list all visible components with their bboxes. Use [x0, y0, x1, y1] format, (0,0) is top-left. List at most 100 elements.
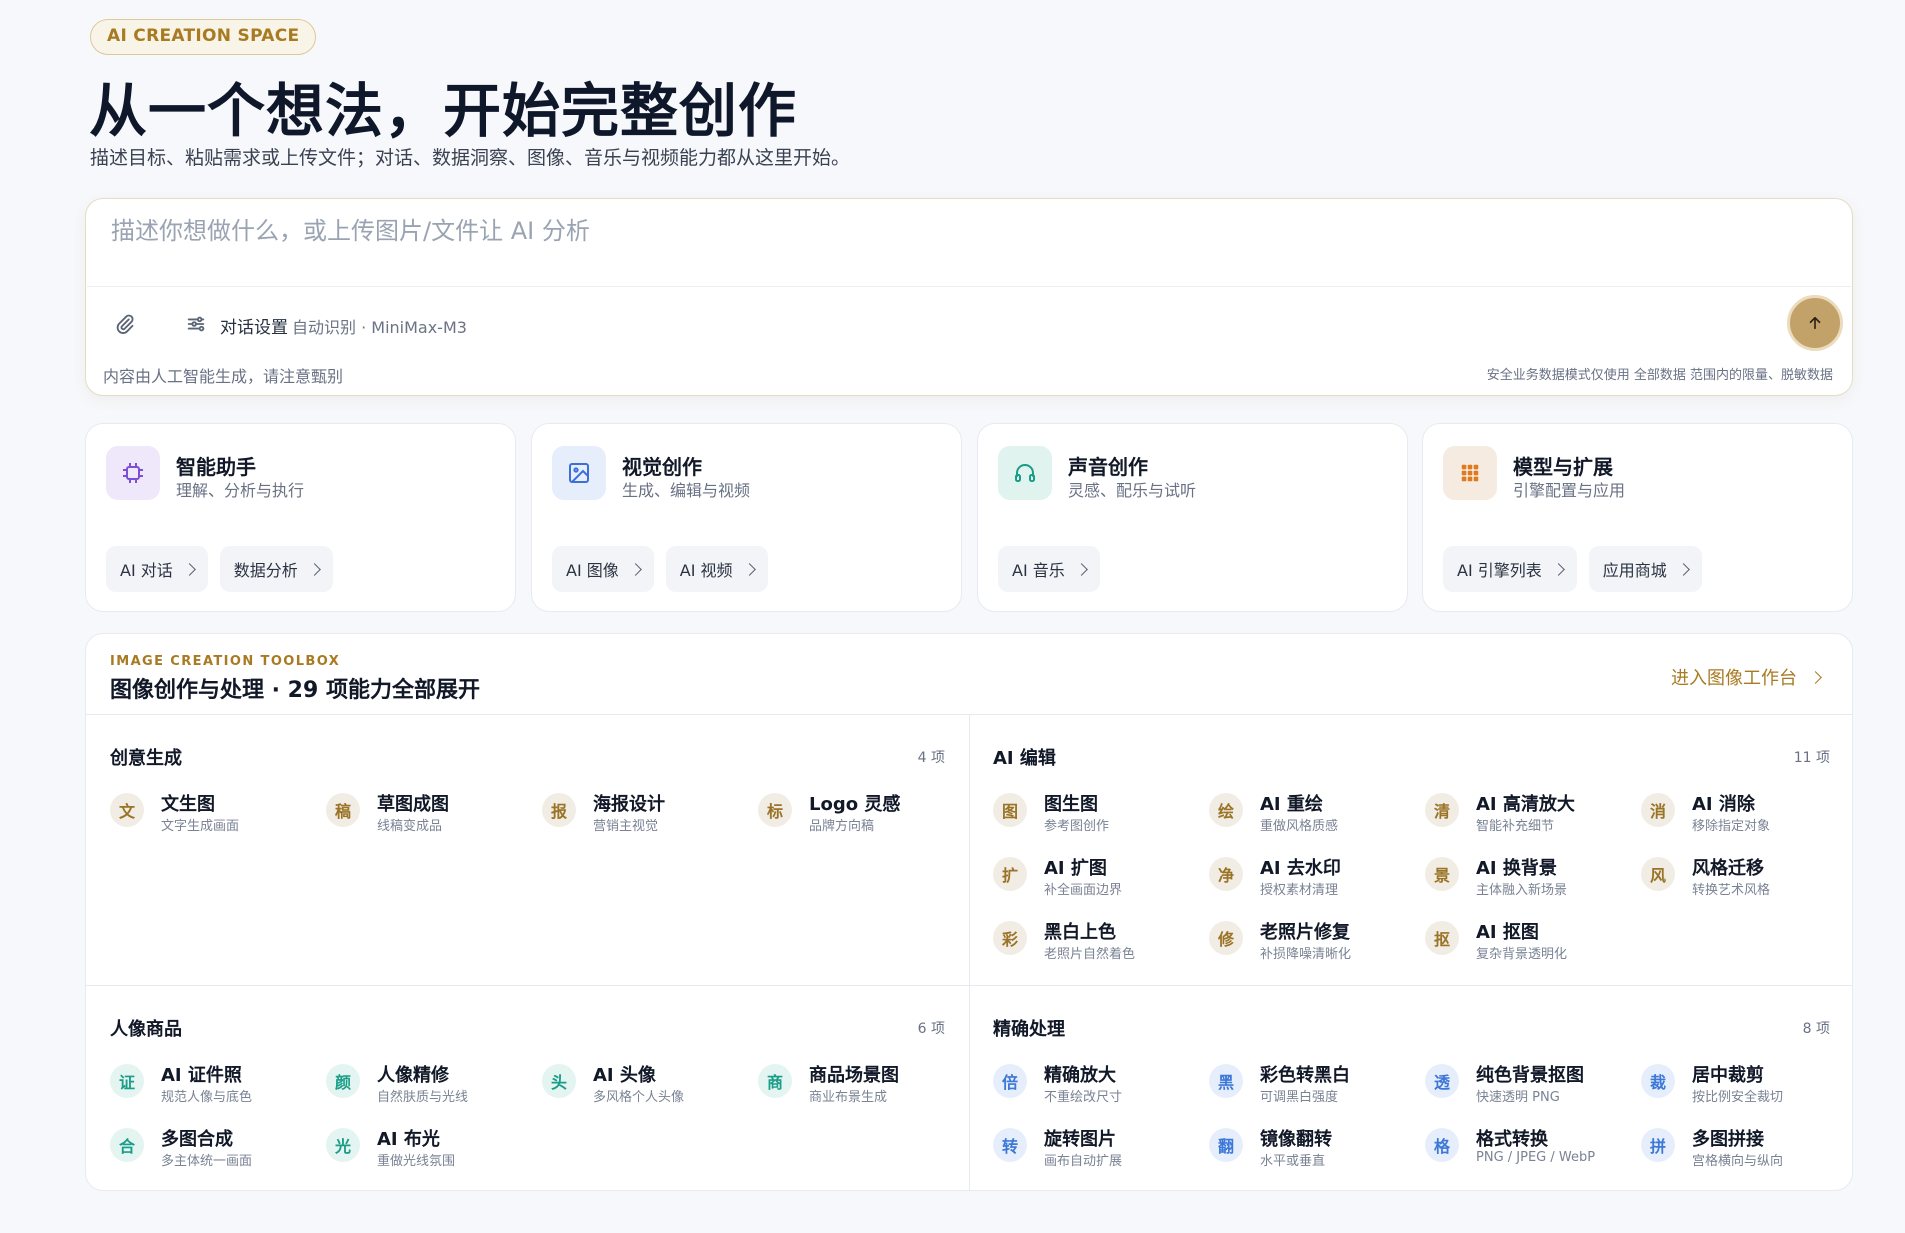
category-subtitle: 生成、编辑与视频 — [622, 481, 751, 500]
chevron-right-icon — [307, 562, 321, 576]
tool-name: 旋转图片 — [1044, 1129, 1116, 1150]
category-chip[interactable]: AI 视频 — [665, 546, 768, 592]
tool-item[interactable]: 风风格迁移 转换艺术风格 — [1641, 852, 1841, 902]
tool-glyph-icon: 黑 — [1209, 1064, 1243, 1098]
tool-glyph-icon: 景 — [1425, 857, 1459, 891]
tool-name: AI 去水印 — [1260, 858, 1341, 879]
category-chip[interactable]: 应用商城 — [1588, 546, 1702, 592]
headphones-icon — [998, 446, 1052, 500]
tool-desc: 参考图创作 — [1044, 819, 1110, 834]
tool-desc: 规范人像与底色 — [161, 1090, 253, 1105]
tool-item[interactable]: 消 AI 消除 移除指定对象 — [1641, 788, 1841, 838]
tool-item[interactable]: 转旋转图片画布自动扩展 — [993, 1123, 1193, 1173]
tool-item[interactable]: 修老照片修复 补损降噪清晰化 — [1209, 916, 1409, 966]
section-count: 11 项 — [1793, 750, 1830, 766]
chevron-right-icon — [1074, 562, 1088, 576]
tool-item[interactable]: 光 AI 布光 重做光线氛围 — [326, 1123, 526, 1173]
tool-desc: 授权素材清理 — [1260, 883, 1339, 898]
category-title: 视觉创作 — [622, 455, 702, 479]
tool-name: 黑白上色 — [1044, 922, 1116, 943]
category-chip[interactable]: AI 引擎列表 — [1443, 546, 1577, 592]
tool-item[interactable]: 拼多图拼接 宫格横向与纵向 — [1641, 1123, 1841, 1173]
category-chips: AI 引擎列表 应用商城 — [1443, 546, 1702, 592]
tool-glyph-icon: 裁 — [1641, 1064, 1675, 1098]
tool-glyph-icon: 翻 — [1209, 1128, 1243, 1162]
tool-item[interactable]: 证 AI 证件照 规范人像与底色 — [110, 1059, 310, 1109]
tool-item[interactable]: 文文生图 文字生成画面 — [110, 788, 310, 838]
grid-icon — [1443, 446, 1497, 500]
sliders-icon[interactable] — [185, 313, 207, 335]
tool-desc: 宫格横向与纵向 — [1692, 1154, 1784, 1169]
tool-desc: 自然肤质与光线 — [377, 1090, 469, 1105]
tool-glyph-icon: 彩 — [993, 921, 1027, 955]
category-title: 模型与扩展 — [1513, 455, 1613, 479]
prompt-input[interactable]: 描述你想做什么，或上传图片/文件让 AI 分析 — [111, 211, 590, 246]
tool-item[interactable]: 格格式转换 PNG / JPEG / WebP — [1425, 1123, 1625, 1173]
tool-item[interactable]: 颜人像精修 自然肤质与光线 — [326, 1059, 526, 1109]
tool-name: 风格迁移 — [1692, 858, 1764, 879]
tool-item[interactable]: 绘 AI 重绘 重做风格质感 — [1209, 788, 1409, 838]
chip-label: 应用商城 — [1602, 561, 1667, 580]
conversation-settings-button[interactable]: 对话设置 自动识别 · MiniMax-M3 — [220, 313, 467, 338]
tool-name: 商品场景图 — [809, 1065, 899, 1086]
tool-glyph-icon: 商 — [758, 1064, 792, 1098]
send-button[interactable] — [1787, 295, 1843, 351]
tool-name: AI 消除 — [1692, 794, 1755, 815]
tool-name: 镜像翻转 — [1260, 1129, 1332, 1150]
composer-divider — [87, 286, 1851, 287]
tool-item[interactable]: 合多图合成 多主体统一画面 — [110, 1123, 310, 1173]
tool-name: 海报设计 — [593, 794, 665, 815]
image-icon — [552, 446, 606, 500]
tool-desc: 品牌方向稿 — [809, 819, 875, 834]
category-card[interactable]: 声音创作 灵感、配乐与试听 AI 音乐 — [977, 423, 1408, 612]
category-chip[interactable]: AI 图像 — [552, 546, 654, 592]
tool-item[interactable]: 彩黑白上色 老照片自然着色 — [993, 916, 1193, 966]
tool-desc: PNG / JPEG / WebP — [1476, 1150, 1596, 1165]
category-card[interactable]: 智能助手 理解、分析与执行 AI 对话 数据分析 — [85, 423, 516, 612]
tool-name: 居中裁剪 — [1692, 1065, 1764, 1086]
tool-glyph-icon: 证 — [110, 1064, 144, 1098]
tool-item[interactable]: 倍精确放大 不重绘改尺寸 — [993, 1059, 1193, 1109]
tool-item[interactable]: 景 AI 换背景 主体融入新场景 — [1425, 852, 1625, 902]
enter-image-workbench-link[interactable]: 进入图像工作台 — [1671, 664, 1822, 690]
tool-item[interactable]: 稿草图成图 线稿变成品 — [326, 788, 526, 838]
tool-desc: 水平或垂直 — [1260, 1154, 1326, 1169]
category-chip[interactable]: 数据分析 — [219, 546, 333, 592]
tool-desc: 文字生成画面 — [161, 819, 240, 834]
category-chips: AI 图像 AI 视频 — [552, 546, 768, 592]
category-chip[interactable]: AI 音乐 — [998, 546, 1100, 592]
tool-item[interactable]: 净 AI 去水印 授权素材清理 — [1209, 852, 1409, 902]
tool-item[interactable]: 商商品场景图 商业布景生成 — [758, 1059, 958, 1109]
chip-label: AI 视频 — [679, 561, 733, 580]
tool-item[interactable]: 裁居中裁剪按比例安全裁切 — [1641, 1059, 1841, 1109]
tool-glyph-icon: 转 — [993, 1128, 1027, 1162]
section-count: 8 项 — [1802, 1021, 1830, 1037]
tool-glyph-icon: 抠 — [1425, 921, 1459, 955]
tool-item[interactable]: 抠 AI 抠图 复杂背景透明化 — [1425, 916, 1625, 966]
tool-item[interactable]: 翻镜像翻转水平或垂直 — [1209, 1123, 1409, 1173]
paperclip-icon[interactable] — [115, 313, 137, 335]
tool-glyph-icon: 修 — [1209, 921, 1243, 955]
tool-glyph-icon: 拼 — [1641, 1128, 1675, 1162]
tool-name: 图生图 — [1044, 794, 1098, 815]
tool-item[interactable]: 标 Logo 灵感 品牌方向稿 — [758, 788, 958, 838]
tool-name: AI 布光 — [377, 1129, 440, 1150]
category-chip[interactable]: AI 对话 — [106, 546, 208, 592]
tool-desc: 按比例安全裁切 — [1692, 1090, 1784, 1105]
tool-item[interactable]: 清 AI 高清放大 智能补充细节 — [1425, 788, 1625, 838]
tool-item[interactable]: 图图生图 参考图创作 — [993, 788, 1193, 838]
tool-desc: 智能补充细节 — [1476, 819, 1555, 834]
tool-item[interactable]: 头 AI 头像 多风格个人头像 — [542, 1059, 742, 1109]
category-card[interactable]: 模型与扩展 引擎配置与应用 AI 引擎列表 应用商城 — [1422, 423, 1853, 612]
tool-item[interactable]: 黑彩色转黑白 可调黑白强度 — [1209, 1059, 1409, 1109]
tool-desc: 画布自动扩展 — [1044, 1154, 1123, 1169]
tool-desc: 可调黑白强度 — [1260, 1090, 1339, 1105]
category-card[interactable]: 视觉创作生成、编辑与视频 AI 图像 AI 视频 — [531, 423, 962, 612]
tool-item[interactable]: 透纯色背景抠图 快速透明 PNG — [1425, 1059, 1625, 1109]
tool-item[interactable]: 报海报设计 营销主视觉 — [542, 788, 742, 838]
chip-label: 数据分析 — [233, 561, 298, 580]
tool-desc: 重做光线氛围 — [377, 1154, 456, 1169]
tool-item[interactable]: 扩 AI 扩图 补全画面边界 — [993, 852, 1193, 902]
tool-glyph-icon: 绘 — [1209, 793, 1243, 827]
chip-label: AI 对话 — [120, 561, 173, 580]
